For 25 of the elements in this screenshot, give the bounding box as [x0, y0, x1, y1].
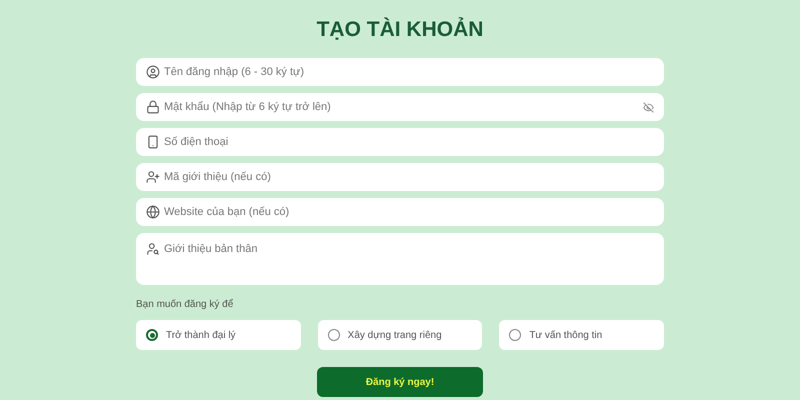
- input-field[interactable]: Website của bạn (nếu có): [136, 198, 664, 226]
- user-plus-icon: [146, 170, 160, 184]
- option-label: Tư vấn thông tin: [529, 328, 602, 342]
- globe-icon: [146, 205, 160, 219]
- hide-password-icon[interactable]: [643, 102, 654, 112]
- option-label: Xây dựng trang riêng: [348, 328, 442, 342]
- user-search-icon: [146, 242, 160, 256]
- user-icon: [146, 65, 160, 79]
- register-button[interactable]: Đăng ký ngay!: [317, 367, 483, 397]
- option-label: Trở thành đại lý: [166, 328, 236, 342]
- input-field[interactable]: Số điện thoại: [136, 128, 664, 156]
- radio-button[interactable]: [146, 329, 158, 341]
- purpose-label: Bạn muốn đăng ký để: [136, 298, 234, 312]
- radio-option[interactable]: Xây dựng trang riêng: [318, 320, 482, 350]
- page-title: TẠO TÀI KHOẢN: [316, 16, 484, 43]
- text-area[interactable]: Giới thiệu bản thân: [136, 233, 664, 285]
- radio-option[interactable]: Trở thành đại lý: [136, 320, 301, 350]
- radio-button[interactable]: [328, 329, 340, 341]
- radio-option[interactable]: Tư vấn thông tin: [499, 320, 664, 350]
- phone-icon: [146, 135, 160, 149]
- input-field[interactable]: Tên đăng nhập (6 - 30 ký tự): [136, 58, 664, 86]
- lock-icon: [146, 100, 160, 114]
- input-field[interactable]: Mã giới thiệu (nếu có): [136, 163, 664, 191]
- input-field[interactable]: Mật khẩu (Nhập từ 6 ký tự trở lên): [136, 93, 664, 121]
- radio-button[interactable]: [509, 329, 522, 341]
